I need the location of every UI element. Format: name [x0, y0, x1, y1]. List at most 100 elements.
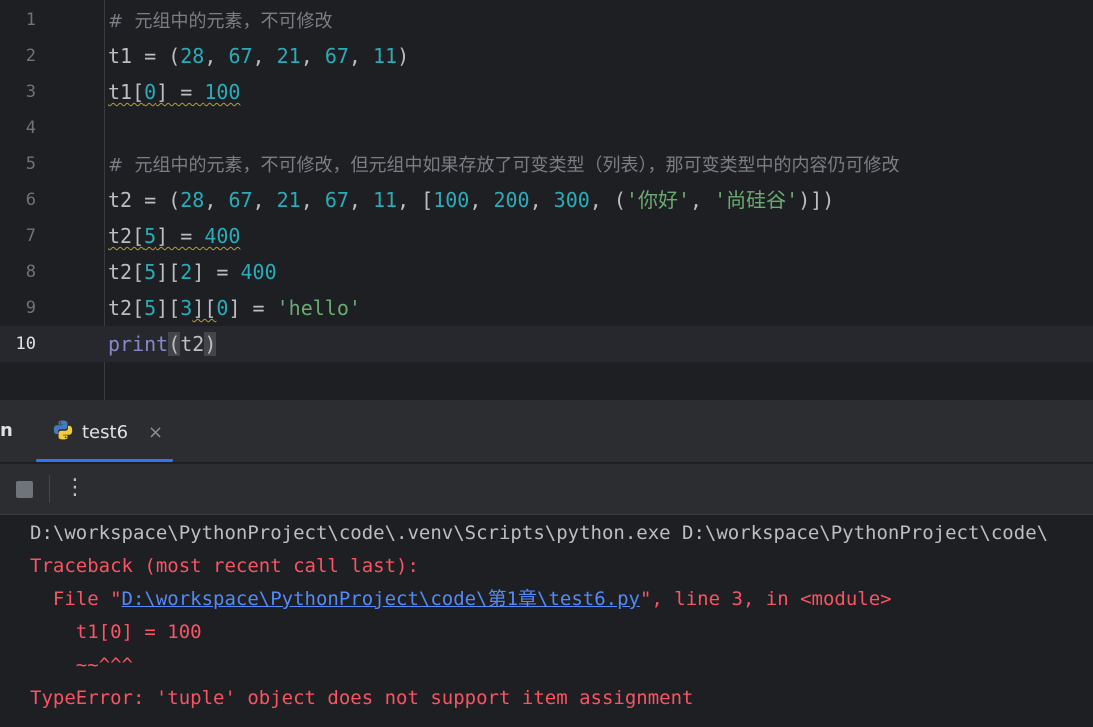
more-options-icon[interactable]: ⋮	[64, 474, 86, 502]
code-token: ,	[348, 188, 373, 212]
line-number[interactable]: 8	[0, 254, 36, 290]
code-token: , [	[397, 188, 434, 212]
line-number[interactable]: 1	[0, 2, 36, 38]
run-toolbar: ⋮	[0, 463, 1093, 514]
code-token: )	[397, 44, 410, 68]
code-editor[interactable]: 1 # 元组中的元素，不可修改 2 t1 = (28, 67, 21, 67, 11)…	[0, 0, 1093, 400]
code-token: ,	[348, 44, 373, 68]
line-number[interactable]: 5	[0, 146, 36, 182]
code-token: ][	[192, 296, 217, 320]
code-token: ] =	[192, 260, 241, 284]
code-token: 67	[324, 188, 349, 212]
code-line[interactable]: 2 t1 = (28, 67, 21, 67, 11)	[0, 38, 1093, 74]
toolbar-divider	[49, 475, 50, 503]
line-number[interactable]: 2	[0, 38, 36, 74]
code-token: ,	[300, 44, 325, 68]
code-token: 0	[144, 80, 157, 104]
traceback-header: Traceback (most recent call last):	[30, 555, 419, 577]
stop-icon[interactable]	[16, 481, 33, 498]
code-token: 100	[433, 188, 470, 212]
code-token: print	[108, 332, 169, 356]
code-line[interactable]: 7 t2[5] = 400	[0, 218, 1093, 254]
code-text: t2[5] = 400	[108, 218, 240, 254]
code-token: 28	[180, 44, 205, 68]
traceback-file-line: File "D:\workspace\PythonProject\code\第1…	[30, 584, 892, 614]
code-token: 21	[276, 44, 301, 68]
code-token: 5	[144, 224, 157, 248]
code-token: ] =	[156, 80, 205, 104]
code-text: t2 = (28, 67, 21, 67, 11, [100, 200, 300…	[108, 182, 834, 218]
tab-test6[interactable]: test6 ×	[52, 414, 163, 450]
code-token: 100	[204, 80, 241, 104]
line-number[interactable]: 10	[0, 326, 36, 362]
code-text: print(t2)	[108, 326, 217, 362]
close-icon[interactable]: ×	[148, 422, 163, 443]
code-token: 5	[144, 260, 157, 284]
file-prefix: File "	[30, 588, 122, 610]
code-text: t1[0] = 100	[108, 74, 240, 110]
file-suffix: ", line 3, in <module>	[639, 588, 892, 610]
code-token: ] =	[228, 296, 277, 320]
code-token: '你好'	[625, 188, 690, 212]
code-text: # 元组中的元素，不可修改，但元组中如果存放了可变类型（列表），那可变类型中的内…	[108, 146, 900, 184]
code-token: ,	[252, 188, 277, 212]
code-token: t2[	[108, 260, 145, 284]
code-token: t2 = (	[108, 188, 181, 212]
code-token: 67	[228, 44, 253, 68]
run-tool-window-header: n test6 ×	[0, 400, 1093, 462]
code-token: 2	[180, 260, 193, 284]
code-token: t2[	[108, 296, 145, 320]
code-line[interactable]: 6 t2 = (28, 67, 21, 67, 11, [100, 200, 30…	[0, 182, 1093, 218]
code-line[interactable]: 1 # 元组中的元素，不可修改	[0, 2, 1093, 38]
code-token: , (	[589, 188, 626, 212]
code-line[interactable]: 8 t2[5][2] = 400	[0, 254, 1093, 290]
console-output[interactable]: D:\workspace\PythonProject\code\.venv\Sc…	[0, 514, 1093, 727]
code-token: # 元组中的元素，不可修改	[108, 11, 333, 32]
code-token: t2[	[108, 224, 145, 248]
code-line[interactable]: 10 print(t2)	[0, 326, 1093, 362]
traceback-code-line: t1[0] = 100	[30, 621, 202, 643]
code-line[interactable]: 9 t2[5][3][0] = 'hello'	[0, 290, 1093, 326]
file-link[interactable]: D:\workspace\PythonProject\code\第1章\test…	[122, 588, 640, 610]
error-message: TypeError: 'tuple' object does not suppo…	[30, 687, 694, 709]
code-token: 300	[553, 188, 590, 212]
code-token: 400	[240, 260, 277, 284]
code-token: 11	[373, 44, 398, 68]
line-number[interactable]: 4	[0, 110, 36, 146]
line-number[interactable]: 9	[0, 290, 36, 326]
code-line[interactable]: 3 t1[0] = 100	[0, 74, 1093, 110]
code-token: 0	[216, 296, 229, 320]
console-command-line: D:\workspace\PythonProject\code\.venv\Sc…	[30, 522, 1049, 544]
tool-window-title-fragment: n	[0, 420, 13, 441]
code-line[interactable]: 4	[0, 110, 1093, 146]
code-token: t1[	[108, 80, 145, 104]
code-text: t1 = (28, 67, 21, 67, 11)	[108, 38, 409, 74]
code-line[interactable]: 5 # 元组中的元素，不可修改，但元组中如果存放了可变类型（列表），那可变类型中的…	[0, 146, 1093, 182]
line-number[interactable]: 7	[0, 218, 36, 254]
code-token: )	[204, 332, 217, 356]
code-token: 67	[324, 44, 349, 68]
traceback-marker-line: ~~^^^	[30, 654, 133, 676]
code-token: ,	[690, 188, 715, 212]
line-number[interactable]: 6	[0, 182, 36, 218]
code-token: '尚硅谷'	[714, 188, 799, 212]
code-token: t1 = (	[108, 44, 181, 68]
code-token: 'hello'	[276, 296, 361, 320]
code-token: ,	[204, 44, 229, 68]
code-token: ,	[252, 44, 277, 68]
code-token: 400	[204, 224, 241, 248]
code-token: ,	[300, 188, 325, 212]
code-text: t2[5][3][0] = 'hello'	[108, 290, 361, 326]
tab-label: test6	[82, 421, 129, 443]
code-token: 200	[493, 188, 530, 212]
code-token: )])	[798, 188, 835, 212]
code-token: 11	[373, 188, 398, 212]
code-token: ,	[204, 188, 229, 212]
code-token: t2	[180, 332, 205, 356]
code-token: # 元组中的元素，不可修改，但元组中如果存放了可变类型（列表），那可变类型中的内…	[108, 155, 900, 176]
code-token: ][	[156, 260, 181, 284]
code-token: ,	[469, 188, 494, 212]
line-number[interactable]: 3	[0, 74, 36, 110]
code-token: 21	[276, 188, 301, 212]
code-token: 28	[180, 188, 205, 212]
